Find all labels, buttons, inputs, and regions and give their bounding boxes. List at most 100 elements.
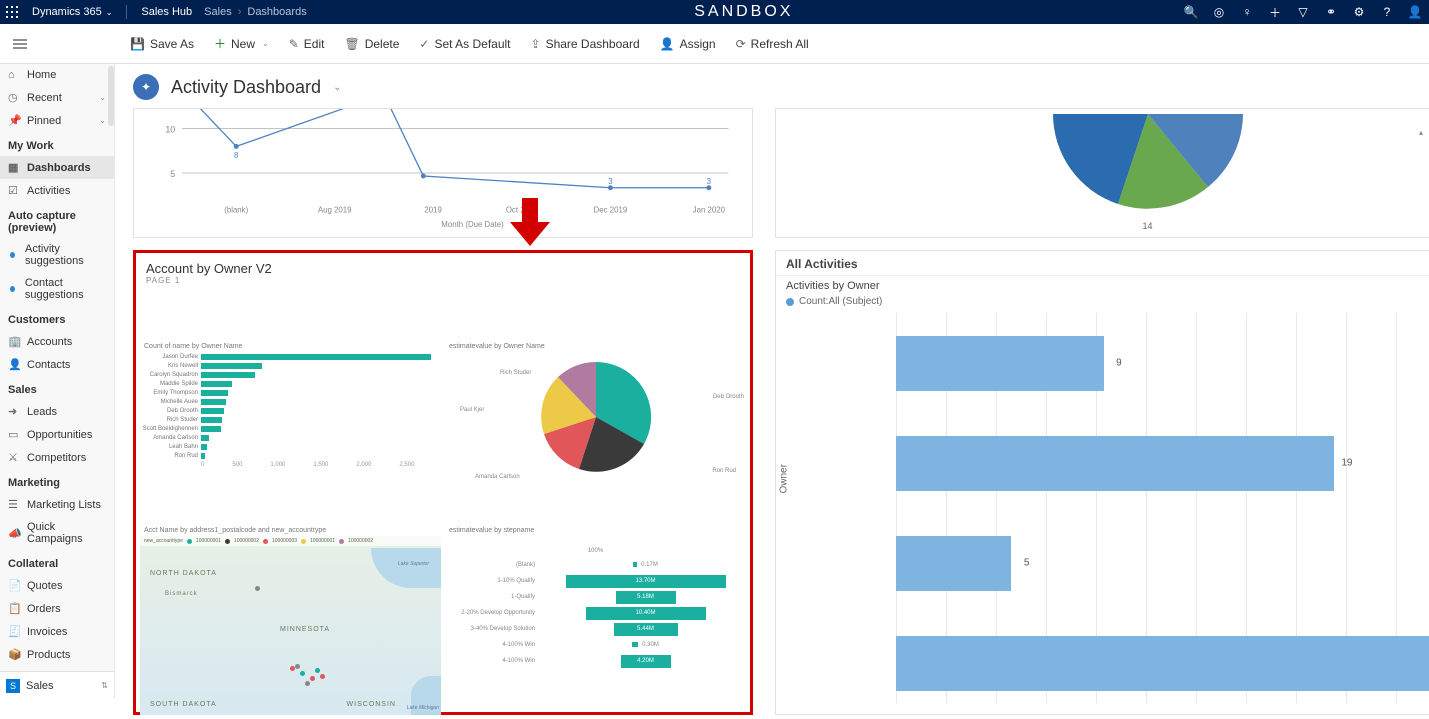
nav-invoices[interactable]: 🧾Invoices	[0, 620, 114, 643]
task-icon[interactable]: ◎	[1205, 0, 1233, 24]
nav-contacts-label: Contacts	[27, 359, 70, 371]
funnel-top-pct: 100%	[588, 548, 603, 554]
tile-line-chart[interactable]: 10 5 8 3 3 (blank) Aug 2019 2019 Oct 201…	[133, 108, 753, 238]
nav-products[interactable]: 📦 Products	[0, 643, 114, 666]
check-icon: ✓	[419, 37, 429, 51]
nav-activities[interactable]: ☑Activities	[0, 179, 114, 202]
xtick: Dec 2019	[594, 205, 628, 214]
hbar-bar	[201, 363, 262, 369]
hbar-label: Maddie Spilde	[140, 381, 198, 387]
tile-powerbi-report[interactable]: Account by Owner V2 PAGE 1 Count of name…	[133, 250, 753, 715]
hbar-bar	[201, 354, 431, 360]
group-marketing: Marketing	[0, 469, 114, 493]
share-button[interactable]: ⇪Share Dashboard	[521, 24, 650, 64]
state-label: MINNESOTA	[280, 626, 330, 633]
powerbi-title: Account by Owner V2	[146, 261, 740, 276]
dashboard-icon: ▦	[8, 161, 20, 174]
delete-button[interactable]: 🗑Delete	[334, 24, 409, 64]
pbi-pie-chart[interactable]: estimatevalue by Owner Name	[445, 341, 746, 521]
nav-contacts[interactable]: 👤Contacts	[0, 353, 114, 376]
nav-recent[interactable]: ◷Recent⌄	[0, 86, 114, 109]
sidebar-scrollbar[interactable]	[108, 66, 114, 126]
pbi-funnel-chart[interactable]: estimatevalue by stepname 100% (Blank)0.…	[445, 525, 746, 715]
nav-quick-campaigns[interactable]: 📣Quick Campaigns	[0, 516, 114, 550]
tile-pie-chart[interactable]: 14	[775, 108, 1429, 238]
line-chart-svg: 10 5 8 3 3 (blank) Aug 2019 2019 Oct 201…	[134, 109, 752, 237]
nav-recent-label: Recent	[27, 92, 62, 104]
save-as-button[interactable]: 💾Save As	[120, 24, 204, 64]
legend-item: 100000001	[310, 538, 335, 544]
relationship-icon[interactable]: ⚭	[1317, 0, 1345, 24]
scroll-up-icon[interactable]: ▴	[1415, 128, 1427, 137]
activity-bar: 5	[896, 536, 1011, 591]
hub-name[interactable]: Sales Hub	[133, 6, 200, 18]
hamburger-icon[interactable]	[10, 24, 30, 64]
main-scrollbar[interactable]: ▴	[1415, 128, 1427, 699]
xtick: 1,500	[313, 462, 328, 468]
competitor-icon: ⚔	[8, 451, 20, 464]
hbar-row: Carolyn Squadron	[140, 370, 441, 379]
dashboard-grid: 10 5 8 3 3 (blank) Aug 2019 2019 Oct 201…	[115, 108, 1429, 699]
nav-quotes[interactable]: 📄Quotes	[0, 574, 114, 597]
quote-icon: 📄	[8, 579, 20, 592]
pbi-map-chart[interactable]: Acct Name by address1_postalcode and new…	[140, 525, 441, 715]
set-default-button[interactable]: ✓Set As Default	[409, 24, 520, 64]
area-switcher[interactable]: S Sales ⇅	[0, 671, 114, 699]
nav-opportunities[interactable]: ▭Opportunities	[0, 423, 114, 446]
activity-value-label: 19	[1341, 458, 1352, 469]
nav-activity-sugg-label: Activity suggestions	[25, 243, 106, 267]
xtick: 2,500	[399, 462, 414, 468]
settings-icon[interactable]: ⚙	[1345, 0, 1373, 24]
list-icon: ☰	[8, 498, 20, 511]
xtick: (blank)	[224, 205, 248, 214]
app-launcher-icon[interactable]	[0, 0, 24, 24]
nav-home-label: Home	[27, 69, 56, 81]
nav-pinned[interactable]: 📌Pinned⌄	[0, 109, 114, 132]
hbar-bar	[201, 399, 226, 405]
breadcrumb-dashboards[interactable]: Dashboards	[243, 6, 310, 18]
nav-marketing-lists[interactable]: ☰Marketing Lists	[0, 493, 114, 516]
nav-home[interactable]: ⌂ Home	[0, 64, 114, 86]
nav-contact-suggestions[interactable]: Contact suggestions	[0, 272, 114, 306]
group-autocapture: Auto capture (preview)	[0, 202, 114, 238]
nav-dashboards[interactable]: ▦Dashboards	[0, 156, 114, 179]
refresh-button[interactable]: ⟳Refresh All	[726, 24, 819, 64]
assign-button[interactable]: 👤Assign	[650, 24, 726, 64]
new-button[interactable]: ＋New⌄	[204, 24, 279, 64]
product-brand[interactable]: Dynamics 365 ⌄	[24, 6, 120, 18]
point-label: 3	[608, 177, 613, 186]
dashboard-selector-chevron[interactable]: ⌄	[333, 82, 341, 93]
edit-button[interactable]: ✎Edit	[279, 24, 335, 64]
search-icon[interactable]: 🔍	[1177, 0, 1205, 24]
pbi-hbar-chart[interactable]: Count of name by Owner Name Jason Durfee…	[140, 341, 441, 521]
hbar-label: Ron Rud	[140, 453, 198, 459]
hbar-label: Kris Newell	[140, 363, 198, 369]
nav-leads[interactable]: ➜Leads	[0, 400, 114, 423]
bing-map[interactable]: new_accounttype 100000001 100000002 1000…	[140, 536, 441, 715]
home-icon: ⌂	[8, 69, 20, 81]
hbar-bar	[201, 444, 207, 450]
pie-chart-svg	[1028, 109, 1268, 219]
nav-orders[interactable]: 📋Orders	[0, 597, 114, 620]
nav-activity-suggestions[interactable]: Activity suggestions	[0, 238, 114, 272]
breadcrumb-sales[interactable]: Sales	[200, 6, 236, 18]
nav-products-label: Products	[27, 649, 70, 661]
pie-slice-label: Rich Studer	[500, 370, 531, 376]
nav-competitors[interactable]: ⚔Competitors	[0, 446, 114, 469]
funnel-row: 4-100% Win4.20M	[445, 653, 746, 669]
hbar-label: Deb Orooth	[140, 408, 198, 414]
funnel-bar: 4.20M	[621, 655, 671, 668]
activity-bar-row: Adam Hallbeck5	[896, 513, 1429, 613]
user-avatar-icon[interactable]: 👤	[1401, 0, 1429, 24]
assistant-icon[interactable]: ♀	[1233, 0, 1261, 24]
point-label: 8	[234, 151, 239, 160]
help-icon[interactable]: ?	[1373, 0, 1401, 24]
tile-all-activities[interactable]: All Activities ⛶ ⋯ Activities by Owner C…	[775, 250, 1429, 715]
funnel-row: 2-20% Develop Opportunity10.40M	[445, 605, 746, 621]
nav-accounts[interactable]: 🏢Accounts	[0, 330, 114, 353]
product-icon: 📦	[8, 648, 20, 661]
add-icon[interactable]: ＋	[1261, 0, 1289, 24]
activities-legend: Count:All (Subject)	[776, 294, 1429, 313]
filter-icon[interactable]: ▽	[1289, 0, 1317, 24]
xtick: 2,000	[356, 462, 371, 468]
